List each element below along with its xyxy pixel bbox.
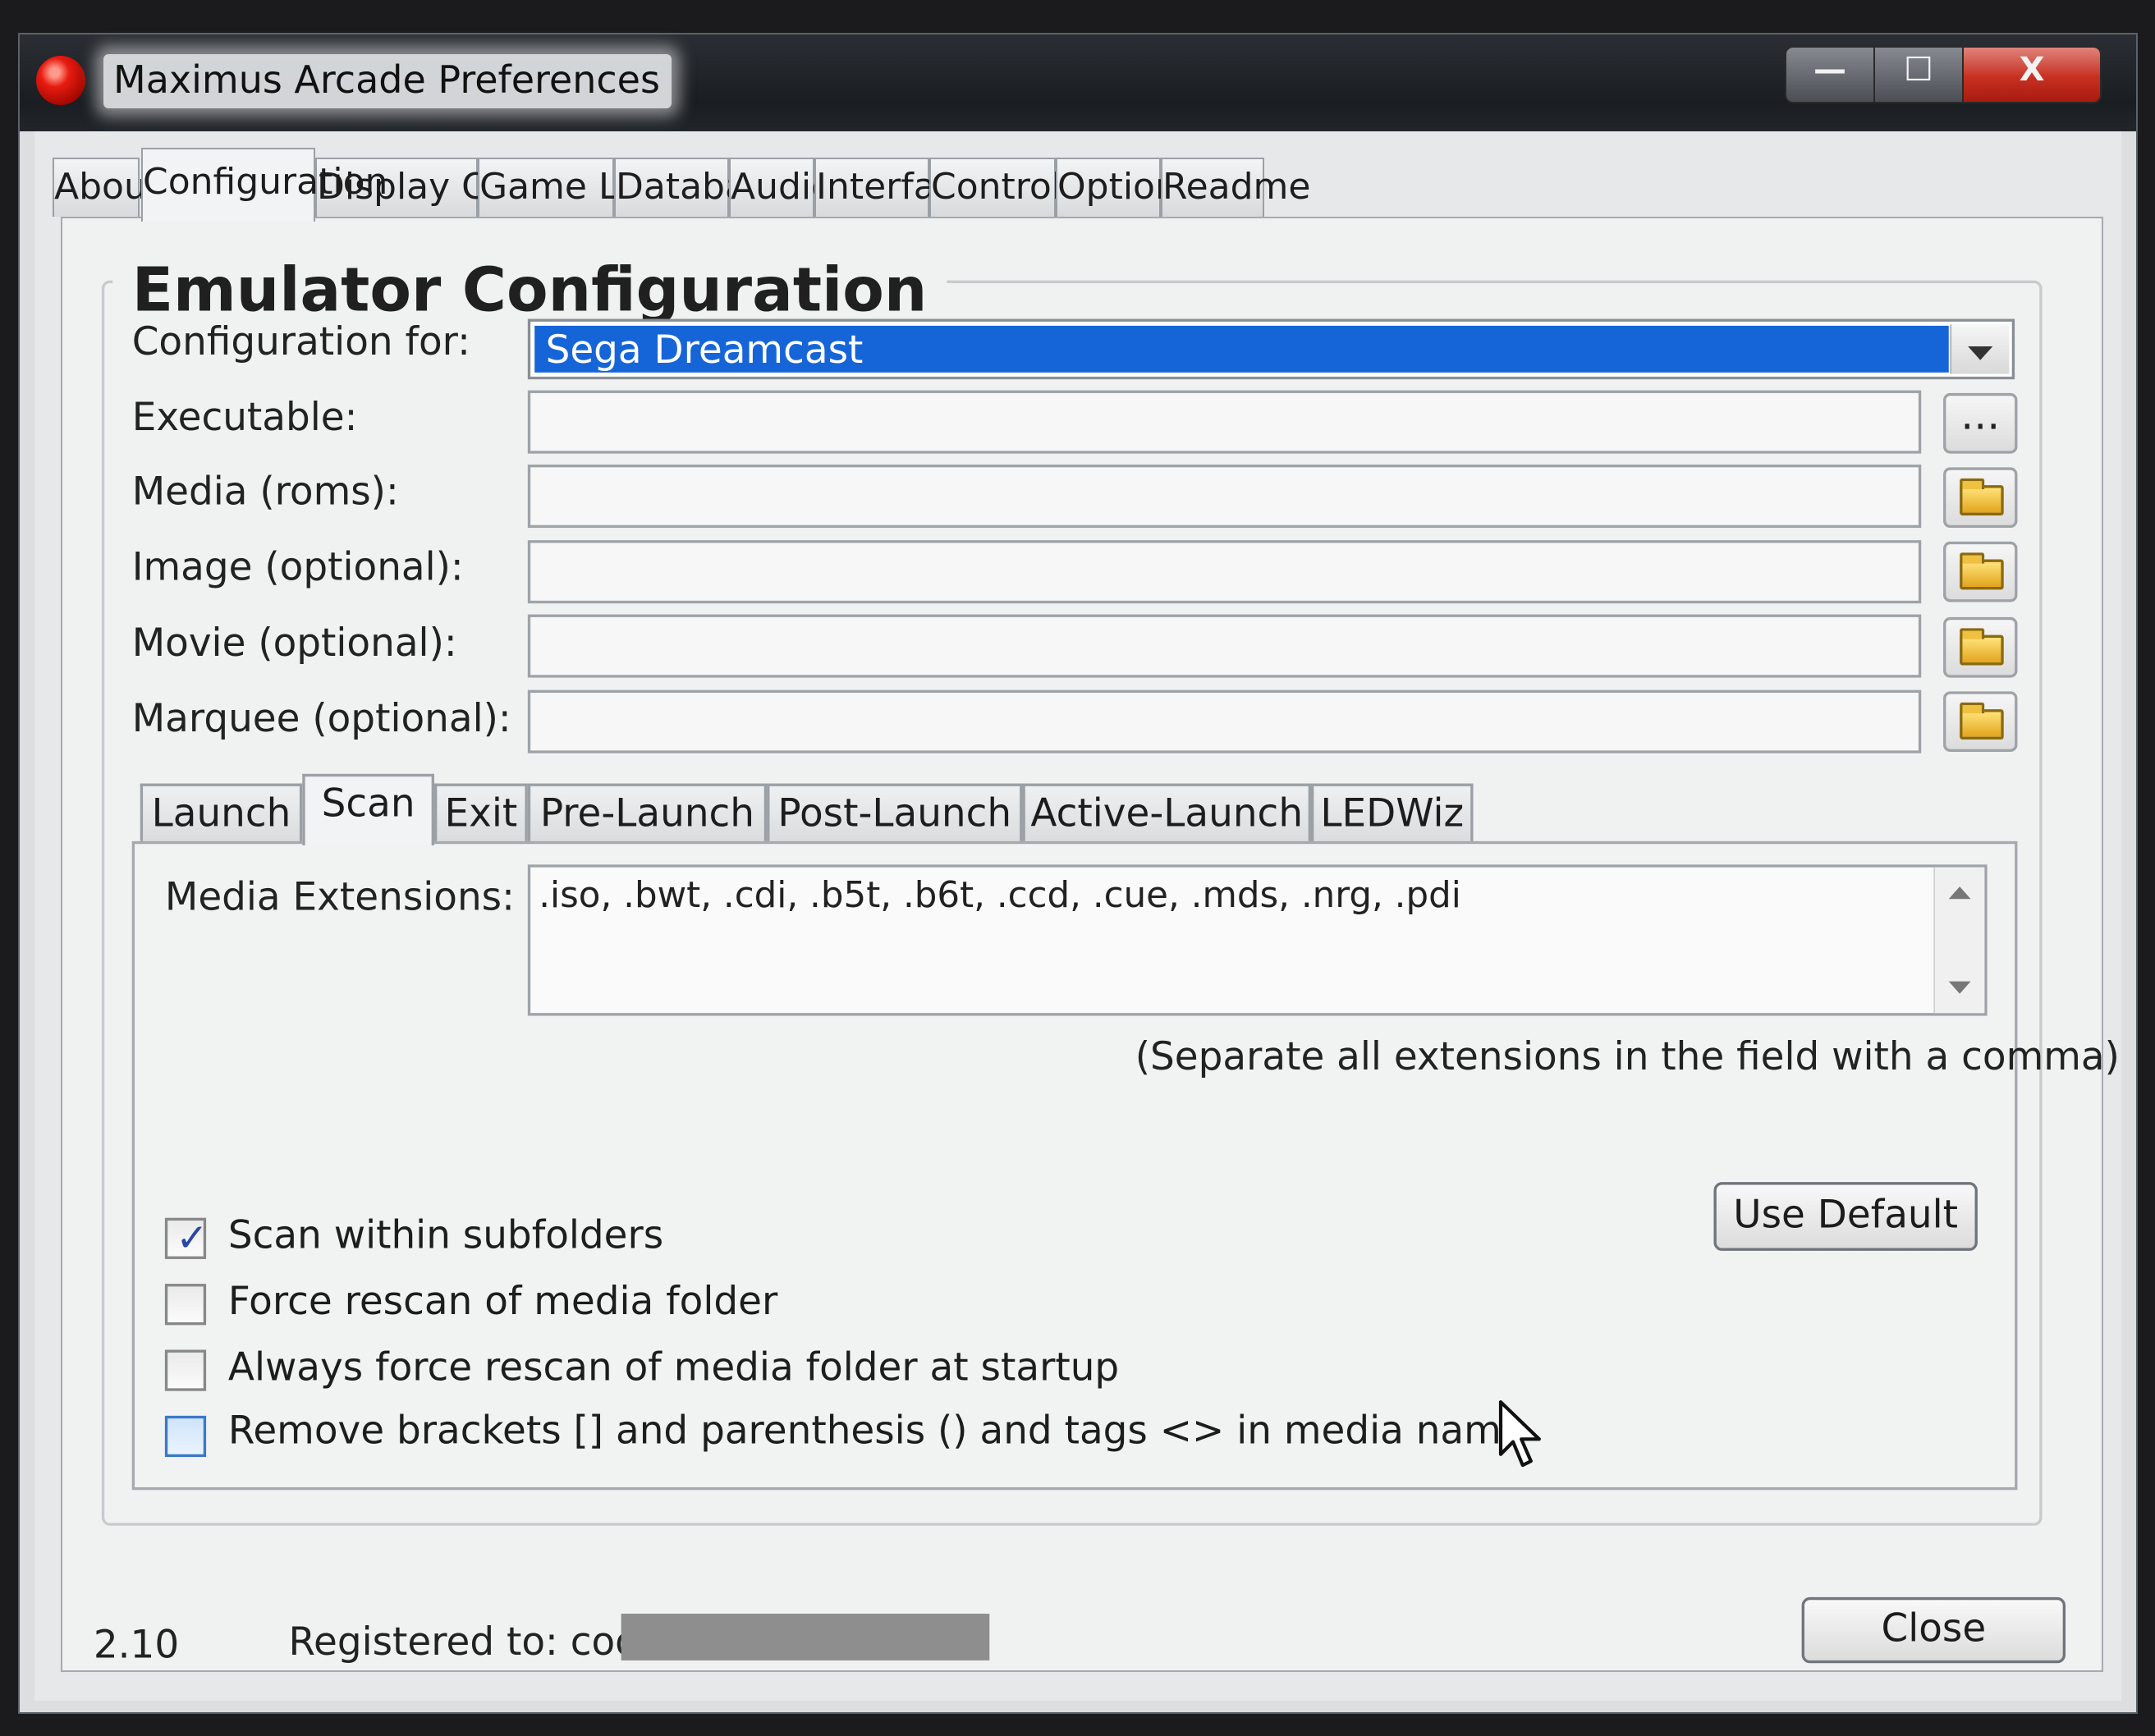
- redacted-code: [621, 1613, 990, 1660]
- tab-configuration[interactable]: Configuration: [141, 148, 387, 222]
- executable-label: Executable:: [131, 394, 358, 440]
- media-extensions-label: Media Extensions:: [164, 874, 515, 920]
- subtab-launch[interactable]: Launch: [140, 783, 303, 845]
- force-rescan-label: Force rescan of media folder: [227, 1278, 778, 1324]
- media-extensions-value: .iso, .bwt, .cdi, .b5t, .b6t, .ccd, .cue…: [539, 875, 1461, 917]
- startup-rescan-checkbox[interactable]: [164, 1349, 207, 1391]
- chevron-down-icon: [1968, 346, 1993, 360]
- subtab-post-launch[interactable]: Post-Launch: [767, 783, 1023, 845]
- scroll-up-icon[interactable]: [1948, 886, 1971, 900]
- folder-icon: [1960, 628, 2004, 666]
- mouse-pointer-icon: [1498, 1399, 1541, 1468]
- config-for-select[interactable]: Sega Dreamcast: [527, 318, 2015, 380]
- use-default-button[interactable]: Use Default: [1713, 1182, 1978, 1251]
- subtab-scan[interactable]: Scan: [302, 773, 434, 845]
- subtab-active-launch[interactable]: Active-Launch: [1022, 783, 1311, 845]
- marquee-field[interactable]: [527, 689, 1922, 753]
- image-label: Image (optional):: [131, 544, 464, 590]
- extensions-hint: (Separate all extensions in the field wi…: [1135, 1033, 2120, 1079]
- browse-movie-button[interactable]: [1943, 616, 2018, 678]
- check-icon: ✓: [176, 1215, 209, 1261]
- ellipsis-icon: ...: [1960, 392, 2001, 440]
- marquee-label: Marquee (optional):: [131, 695, 511, 741]
- scroll-down-icon[interactable]: [1948, 981, 1971, 994]
- media-roms-label: Media (roms):: [131, 469, 399, 515]
- image-field[interactable]: [527, 540, 1922, 604]
- browse-image-button[interactable]: [1943, 541, 2018, 602]
- movie-label: Movie (optional):: [131, 620, 457, 666]
- subtab-pre-launch[interactable]: Pre-Launch: [527, 783, 768, 845]
- browse-executable-button[interactable]: ...: [1943, 392, 2018, 454]
- folder-icon: [1960, 702, 2004, 740]
- dialog-content: Emulator Configuration Configuration for…: [0, 0, 2155, 1736]
- browse-marquee-button[interactable]: [1943, 691, 2018, 753]
- scan-subfolders-checkbox[interactable]: ✓: [164, 1215, 209, 1261]
- force-rescan-checkbox[interactable]: [164, 1284, 207, 1326]
- config-for-value: Sega Dreamcast: [534, 325, 1949, 373]
- config-for-label: Configuration for:: [131, 318, 470, 364]
- registered-label: Registered to: code: [288, 1619, 663, 1665]
- executable-field[interactable]: [527, 390, 1922, 454]
- movie-field[interactable]: [527, 614, 1922, 678]
- remove-brackets-label: Remove brackets [] and parenthesis () an…: [227, 1407, 1525, 1454]
- extensions-scrollbar[interactable]: [1933, 867, 1985, 1014]
- subtab-exit[interactable]: Exit: [433, 783, 528, 845]
- emulator-config-title: Emulator Configuration: [112, 255, 947, 326]
- subtab-ledwiz[interactable]: LEDWiz: [1310, 783, 1474, 845]
- scan-subfolders-label: Scan within subfolders: [227, 1212, 664, 1258]
- folder-icon: [1960, 478, 2004, 515]
- startup-rescan-label: Always force rescan of media folder at s…: [227, 1344, 1120, 1390]
- close-button[interactable]: Close: [1801, 1596, 2066, 1664]
- media-extensions-input[interactable]: .iso, .bwt, .cdi, .b5t, .b6t, .ccd, .cue…: [527, 864, 1988, 1016]
- remove-brackets-checkbox[interactable]: [164, 1415, 207, 1458]
- browse-media-button[interactable]: [1943, 467, 2018, 529]
- folder-icon: [1960, 552, 2004, 590]
- media-roms-field[interactable]: [527, 465, 1922, 529]
- dropdown-button[interactable]: [1950, 324, 2010, 374]
- version-label: 2.10: [93, 1622, 180, 1668]
